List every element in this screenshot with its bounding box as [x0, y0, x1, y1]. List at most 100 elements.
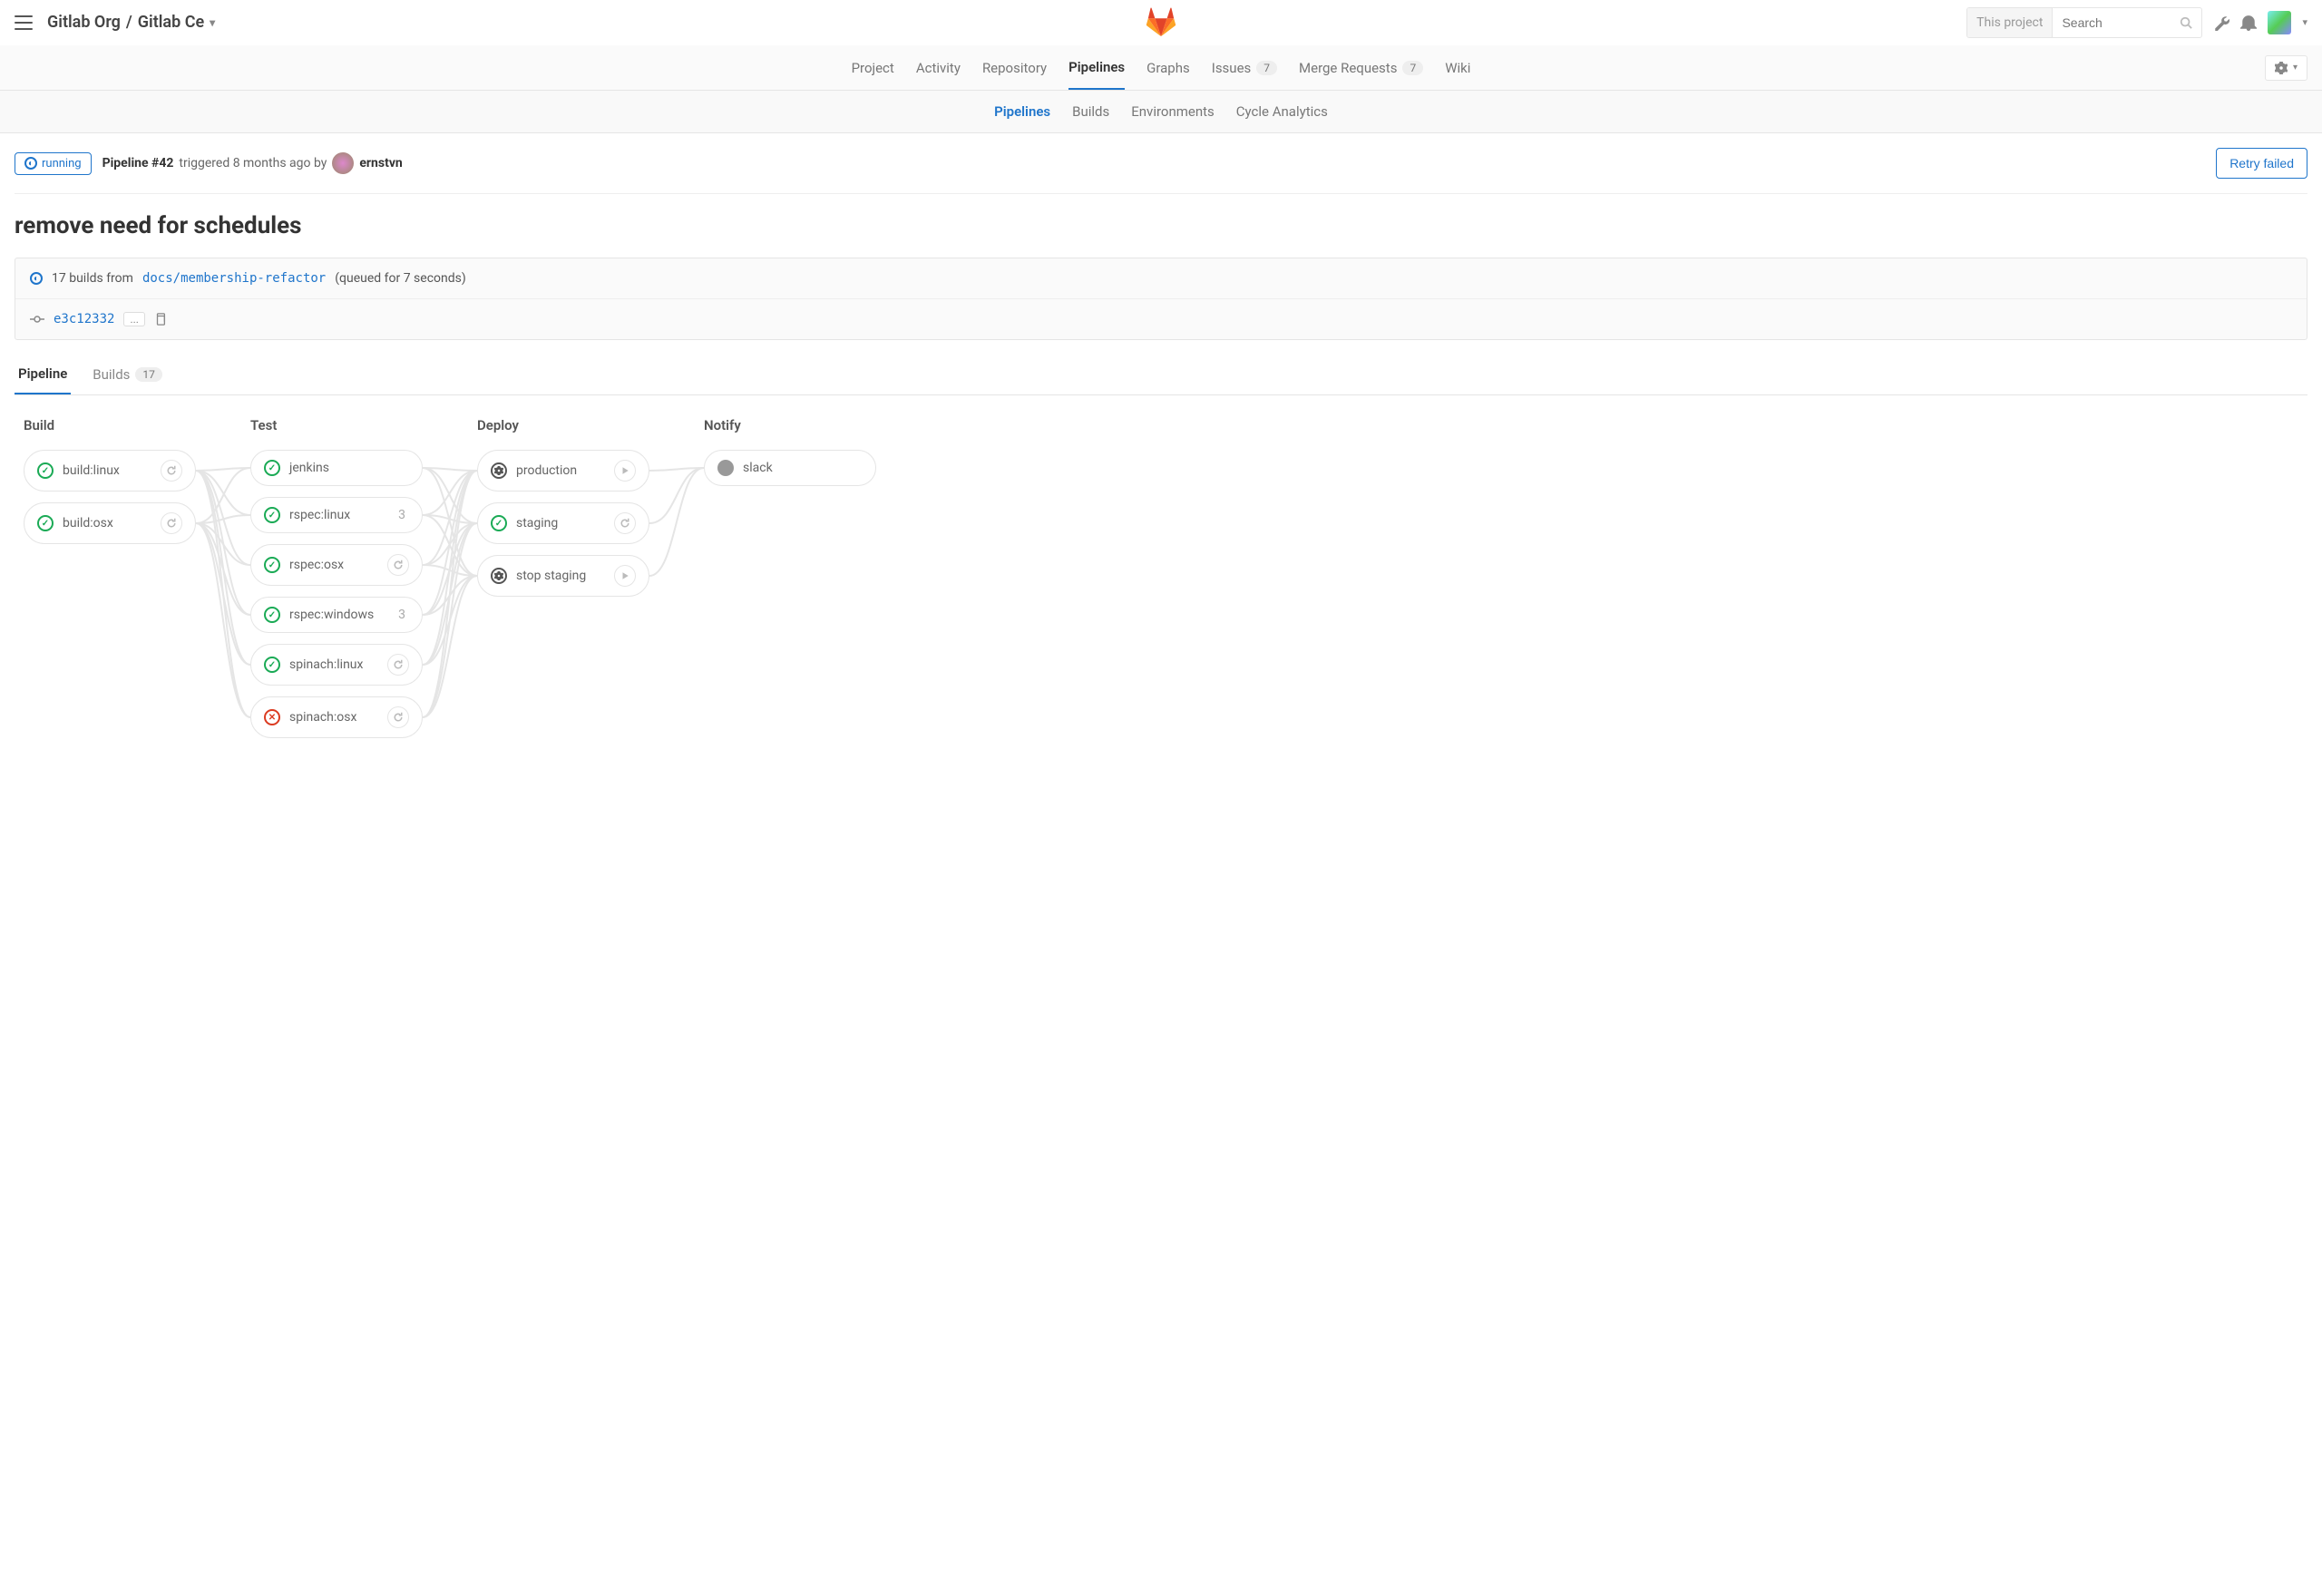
job-pill[interactable]: stop staging [477, 555, 649, 597]
retry-icon[interactable] [614, 512, 636, 534]
retry-failed-button[interactable]: Retry failed [2216, 148, 2307, 179]
bell-icon[interactable] [2240, 15, 2257, 31]
sha-expand[interactable]: ... [123, 312, 145, 326]
job-name: rspec:osx [289, 558, 344, 572]
job-pill[interactable]: ✓rspec:linux3 [250, 497, 423, 533]
failed-icon: ✕ [264, 709, 280, 725]
search-scope[interactable]: This project [1967, 8, 2053, 37]
tab-issues[interactable]: Issues 7 [1212, 46, 1277, 90]
stage-column: Deployproduction✓stagingstop staging [477, 417, 649, 597]
subnav-cycle-analytics[interactable]: Cycle Analytics [1236, 103, 1328, 120]
stage-column: Build ✓ build:linux ✓ build:osx [24, 417, 196, 544]
commit-icon [30, 312, 44, 326]
job-name: jenkins [289, 461, 329, 475]
tab-project[interactable]: Project [852, 46, 894, 90]
running-icon: ◐ [24, 157, 37, 170]
stage-title: Test [250, 417, 423, 433]
pl-tab-builds-label: Builds [93, 366, 130, 383]
job-name: build:linux [63, 463, 120, 478]
success-icon: ✓ [37, 462, 54, 479]
retry-icon[interactable] [161, 512, 182, 534]
job-name: build:osx [63, 516, 113, 530]
issues-count-badge: 7 [1256, 61, 1277, 75]
play-icon[interactable] [614, 460, 636, 482]
success-icon: ✓ [264, 557, 280, 573]
job-pill[interactable]: ✓ spinach:linux [250, 644, 423, 686]
job-pill[interactable]: ✓ rspec:osx [250, 544, 423, 586]
copy-icon[interactable] [154, 313, 167, 326]
tab-wiki[interactable]: Wiki [1445, 46, 1470, 90]
retry-icon[interactable] [387, 654, 409, 676]
success-icon: ✓ [264, 607, 280, 623]
tab-pipelines[interactable]: Pipelines [1068, 46, 1125, 90]
success-icon: ✓ [491, 515, 507, 531]
job-name: rspec:linux [289, 508, 350, 522]
success-icon: ✓ [37, 515, 54, 531]
job-pill[interactable]: ✓ build:osx [24, 502, 196, 544]
chevron-down-icon[interactable]: ▾ [210, 16, 215, 29]
manual-icon [491, 462, 507, 479]
job-pill[interactable]: ✕ spinach:osx [250, 696, 423, 738]
top-header: Gitlab Org / Gitlab Ce ▾ This project ▾ [0, 0, 2322, 45]
job-pill[interactable]: slack [704, 450, 876, 486]
success-icon: ✓ [264, 460, 280, 476]
stage-column: Notifyslack [704, 417, 876, 486]
subnav-builds[interactable]: Builds [1072, 103, 1109, 120]
avatar[interactable] [2268, 11, 2291, 34]
gitlab-logo-icon[interactable] [1146, 7, 1176, 38]
hamburger-menu-icon[interactable] [15, 15, 33, 30]
commit-sha-row: e3c12332 ... [15, 298, 2307, 339]
commit-info-row: ◐ 17 builds from docs/membership-refacto… [15, 258, 2307, 298]
breadcrumb-org[interactable]: Gitlab Org [47, 13, 121, 32]
search-box: This project [1966, 7, 2202, 38]
tab-mr-label: Merge Requests [1299, 60, 1397, 76]
status-text: running [42, 157, 82, 170]
tab-graphs[interactable]: Graphs [1146, 46, 1190, 90]
tab-merge-requests[interactable]: Merge Requests 7 [1299, 46, 1423, 90]
retry-icon[interactable] [161, 460, 182, 482]
pl-tab-builds[interactable]: Builds 17 [89, 355, 166, 394]
search-input[interactable] [2053, 15, 2171, 30]
sha-link[interactable]: e3c12332 [54, 312, 114, 326]
job-pill[interactable]: ✓staging [477, 502, 649, 544]
play-icon[interactable] [614, 565, 636, 587]
job-name: rspec:windows [289, 608, 374, 622]
gear-icon [2275, 62, 2288, 74]
search-icon[interactable] [2171, 16, 2201, 29]
job-pill[interactable]: ✓ rspec:windows 3 [250, 597, 423, 633]
job-name: production [516, 463, 577, 478]
subnav-environments[interactable]: Environments [1131, 103, 1215, 120]
subnav-pipelines[interactable]: Pipelines [994, 103, 1050, 120]
pl-tab-pipeline[interactable]: Pipeline [15, 355, 71, 394]
settings-dropdown[interactable]: ▾ [2265, 55, 2307, 81]
pipeline-graph: Build✓build:linux✓build:osxTest✓jenkins✓… [15, 395, 2307, 760]
wrench-icon[interactable] [2213, 15, 2229, 31]
job-pill[interactable]: production [477, 450, 649, 491]
job-name: spinach:osx [289, 710, 356, 725]
job-pill[interactable]: ✓ jenkins [250, 450, 423, 486]
commit-box: ◐ 17 builds from docs/membership-refacto… [15, 258, 2307, 340]
commit-title: remove need for schedules [15, 212, 2307, 239]
project-nav: Project Activity Repository Pipelines Gr… [0, 45, 2322, 91]
builds-count-badge: 17 [135, 367, 162, 382]
tab-issues-label: Issues [1212, 60, 1252, 76]
user-dropdown-icon[interactable]: ▾ [2302, 16, 2307, 28]
breadcrumb-separator: / [126, 13, 132, 32]
job-count: 3 [398, 608, 405, 622]
branch-link[interactable]: docs/membership-refactor [142, 271, 326, 286]
job-pill[interactable]: ✓ build:linux [24, 450, 196, 491]
breadcrumb[interactable]: Gitlab Org / Gitlab Ce ▾ [47, 13, 215, 32]
success-icon: ✓ [264, 657, 280, 673]
queued-text: (queued for 7 seconds) [335, 271, 466, 286]
breadcrumb-project[interactable]: Gitlab Ce [138, 13, 204, 32]
stage-title: Build [24, 417, 196, 433]
chevron-down-icon: ▾ [2293, 63, 2298, 73]
tab-repository[interactable]: Repository [982, 46, 1047, 90]
author-name[interactable]: ernstvn [359, 156, 402, 170]
author-avatar[interactable] [332, 152, 354, 174]
tab-activity[interactable]: Activity [916, 46, 961, 90]
pipeline-triggered-text: triggered 8 months ago by [179, 156, 327, 170]
retry-icon[interactable] [387, 554, 409, 576]
job-name: spinach:linux [289, 657, 363, 672]
retry-icon[interactable] [387, 706, 409, 728]
